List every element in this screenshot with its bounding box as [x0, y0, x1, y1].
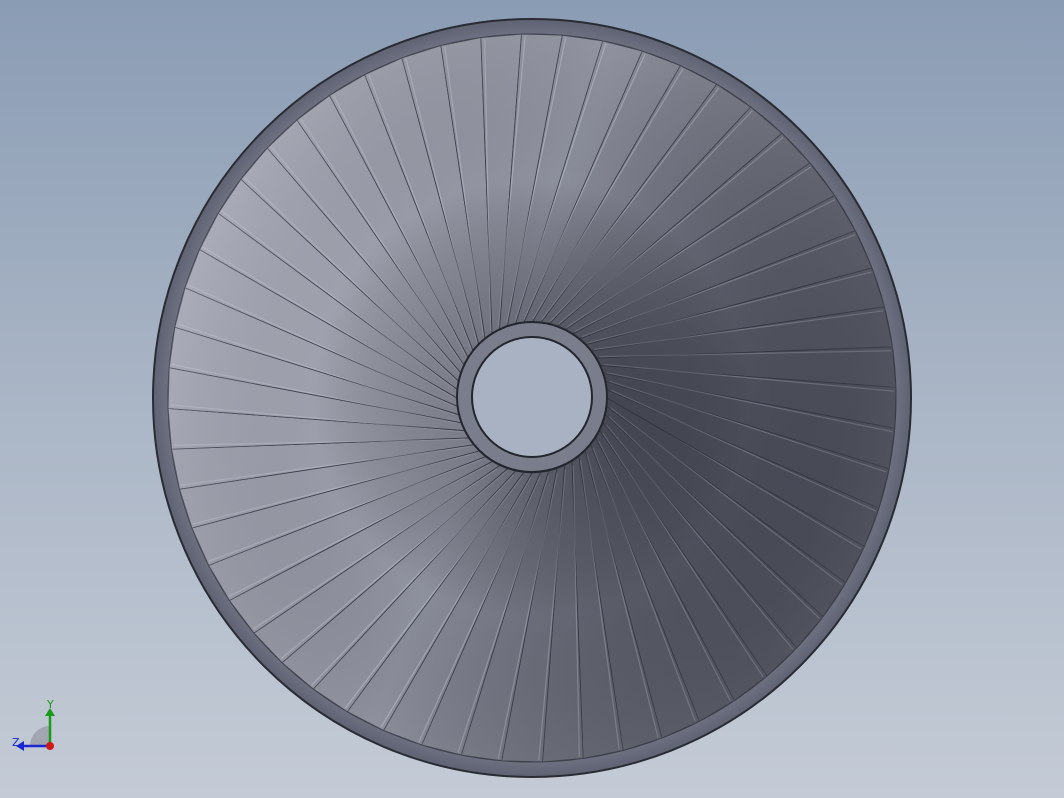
- y-axis-label: Y: [46, 700, 54, 711]
- model-viewport[interactable]: [0, 0, 1064, 798]
- x-axis-marker: [46, 742, 54, 750]
- center-bore: [471, 336, 593, 458]
- z-axis-label: Z: [12, 736, 20, 749]
- axis-triad[interactable]: Y Z: [8, 700, 64, 756]
- triad-base-quadrant: [30, 726, 50, 746]
